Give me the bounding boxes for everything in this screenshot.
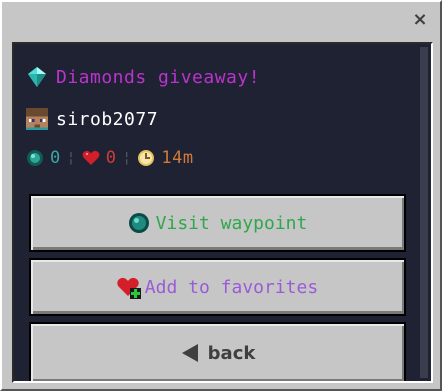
age-value: 14m	[161, 148, 194, 168]
back-arrow-icon	[180, 342, 202, 364]
visits-count: 0	[50, 148, 61, 168]
scrollbar[interactable]	[420, 47, 428, 378]
diamond-icon	[26, 66, 48, 88]
add-to-favorites-label: Add to favorites	[144, 276, 319, 298]
waypoint-details-panel: Diamonds giveaway! sirob2077 0 ¦ 0 ¦ 14m…	[12, 42, 433, 383]
waypoint-title-row: Diamonds giveaway!	[26, 66, 260, 88]
author-row: sirob2077	[26, 108, 158, 130]
visit-waypoint-button[interactable]: Visit waypoint	[29, 194, 406, 252]
age-stat: 14m	[137, 148, 193, 168]
heart-plus-icon	[117, 276, 141, 299]
player-head-icon	[26, 108, 48, 130]
favorites-count: 0	[105, 148, 117, 168]
clock-icon	[137, 149, 155, 167]
author-name: sirob2077	[56, 108, 159, 130]
waypoint-dialog: × Diamonds giveaway! sirob2077 0 ¦ 0 ¦ 1…	[0, 0, 442, 391]
stat-separator: ¦	[66, 150, 76, 166]
favorites-stat: 0	[82, 148, 117, 168]
visit-waypoint-label: Visit waypoint	[155, 212, 308, 234]
ender-pearl-icon	[26, 149, 44, 167]
stats-row: 0 ¦ 0 ¦ 14m	[26, 148, 194, 168]
back-button[interactable]: back	[29, 322, 406, 381]
add-to-favorites-button[interactable]: Add to favorites	[29, 258, 406, 316]
close-button[interactable]: ×	[410, 8, 430, 30]
waypoint-title: Diamonds giveaway!	[56, 66, 261, 88]
ender-pearl-icon	[128, 212, 150, 234]
heart-icon	[82, 149, 100, 167]
stat-separator: ¦	[122, 150, 132, 166]
visits-stat: 0	[26, 148, 61, 168]
back-label: back	[207, 342, 256, 364]
scrollbar-thumb[interactable]	[420, 47, 428, 378]
